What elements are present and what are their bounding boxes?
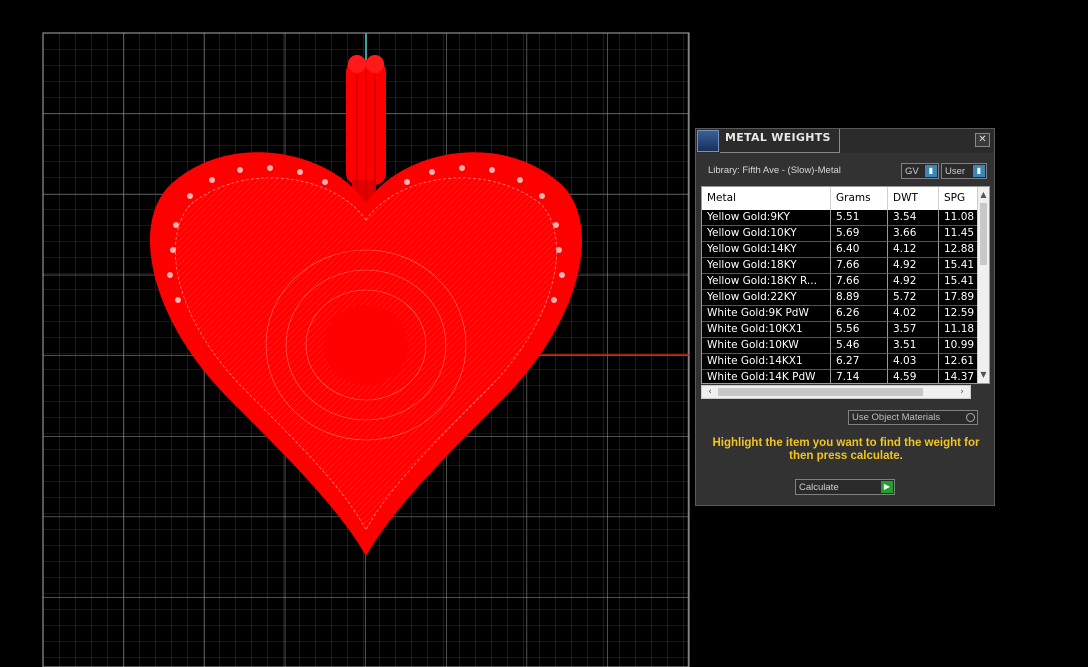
column-header-metal[interactable]: Metal xyxy=(702,187,831,210)
cell-dwt: 4.92 xyxy=(888,274,939,290)
cell-metal: Yellow Gold:10KY xyxy=(702,226,831,242)
cell-metal: White Gold:14K PdW xyxy=(702,370,831,383)
cell-metal: Yellow Gold:18KY xyxy=(702,258,831,274)
cell-metal: White Gold:9K PdW xyxy=(702,306,831,322)
cell-metal: White Gold:14KX1 xyxy=(702,354,831,370)
library-label: Library: Fifth Ave - (Slow)-Metal xyxy=(708,165,841,176)
table-row[interactable]: White Gold:10KX1 5.56 3.57 11.18 xyxy=(702,322,977,338)
cell-dwt: 3.57 xyxy=(888,322,939,338)
cell-metal: White Gold:10KX1 xyxy=(702,322,831,338)
cell-dwt: 5.72 xyxy=(888,290,939,306)
gv-dropdown-value: GV xyxy=(905,166,919,177)
cell-spg: 15.41 xyxy=(939,274,977,290)
table-row[interactable]: Yellow Gold:18KY 7.66 4.92 15.41 xyxy=(702,258,977,274)
cell-dwt: 4.03 xyxy=(888,354,939,370)
calculate-label: Calculate xyxy=(799,482,839,493)
dropdown-arrow-icon[interactable]: ▮ xyxy=(925,165,937,177)
cell-dwt: 4.12 xyxy=(888,242,939,258)
cell-grams: 7.14 xyxy=(831,370,888,383)
cell-spg: 11.45 xyxy=(939,226,977,242)
table-header: Metal Grams DWT SPG xyxy=(702,187,989,210)
cell-dwt: 4.02 xyxy=(888,306,939,322)
table-row[interactable]: Yellow Gold:10KY 5.69 3.66 11.45 xyxy=(702,226,977,242)
table-body: Yellow Gold:9KY 5.51 3.54 11.08 Yellow Gold:… xyxy=(702,210,977,383)
cell-metal: Yellow Gold:22KY xyxy=(702,290,831,306)
cell-spg: 14.37 xyxy=(939,370,977,383)
use-object-materials-label: Use Object Materials xyxy=(852,412,941,423)
instructions-text: Highlight the item you want to find the … xyxy=(712,437,980,462)
cell-grams: 5.46 xyxy=(831,338,888,354)
scroll-up-icon[interactable]: ▲ xyxy=(978,189,989,201)
column-header-spg[interactable]: SPG xyxy=(939,187,977,210)
viewport-canvas[interactable] xyxy=(0,0,690,667)
cell-spg: 12.61 xyxy=(939,354,977,370)
cell-metal: White Gold:10KW xyxy=(702,338,831,354)
table-row[interactable]: White Gold:9K PdW 6.26 4.02 12.59 xyxy=(702,306,977,322)
hscroll-thumb[interactable] xyxy=(718,388,923,396)
cell-spg: 10.99 xyxy=(939,338,977,354)
cell-spg: 15.41 xyxy=(939,258,977,274)
cell-dwt: 3.54 xyxy=(888,210,939,226)
cell-dwt: 4.59 xyxy=(888,370,939,383)
scroll-down-icon[interactable]: ▼ xyxy=(978,369,989,381)
app-logo-icon xyxy=(697,130,719,152)
panel-titlebar[interactable]: METAL WEIGHTS ✕ xyxy=(696,129,994,153)
cell-dwt: 4.92 xyxy=(888,258,939,274)
cell-grams: 7.66 xyxy=(831,274,888,290)
cell-spg: 17.89 xyxy=(939,290,977,306)
user-dropdown-value: User xyxy=(945,166,966,177)
cell-grams: 7.66 xyxy=(831,258,888,274)
table-row[interactable]: Yellow Gold:22KY 8.89 5.72 17.89 xyxy=(702,290,977,306)
cell-grams: 8.89 xyxy=(831,290,888,306)
cell-spg: 12.59 xyxy=(939,306,977,322)
horizontal-scrollbar[interactable]: ‹ › xyxy=(701,385,971,399)
use-object-materials-toggle[interactable]: Use Object Materials xyxy=(848,410,978,425)
cell-metal: Yellow Gold:18KY R... xyxy=(702,274,831,290)
table-row[interactable]: Yellow Gold:18KY R... 7.66 4.92 15.41 xyxy=(702,274,977,290)
metal-table: Metal Grams DWT SPG Yellow Gold:9KY 5.51 3… xyxy=(701,186,990,384)
table-row[interactable]: White Gold:10KW 5.46 3.51 10.99 xyxy=(702,338,977,354)
cell-grams: 6.27 xyxy=(831,354,888,370)
close-button[interactable]: ✕ xyxy=(975,133,990,147)
cell-metal: Yellow Gold:14KY xyxy=(702,242,831,258)
cell-dwt: 3.66 xyxy=(888,226,939,242)
table-row[interactable]: White Gold:14K PdW 7.14 4.59 14.37 xyxy=(702,370,977,383)
gv-dropdown[interactable]: GV ▮ xyxy=(901,163,939,179)
cell-spg: 12.88 xyxy=(939,242,977,258)
cell-grams: 5.56 xyxy=(831,322,888,338)
cell-metal: Yellow Gold:9KY xyxy=(702,210,831,226)
radio-icon[interactable] xyxy=(966,413,975,422)
scroll-left-icon[interactable]: ‹ xyxy=(704,386,716,398)
cell-spg: 11.18 xyxy=(939,322,977,338)
dropdown-arrow-icon[interactable]: ▮ xyxy=(973,165,985,177)
cell-grams: 5.51 xyxy=(831,210,888,226)
vertical-scrollbar[interactable]: ▲ ▼ xyxy=(977,187,989,383)
column-header-dwt[interactable]: DWT xyxy=(888,187,939,210)
column-header-grams[interactable]: Grams xyxy=(831,187,888,210)
metal-weights-panel: METAL WEIGHTS ✕ Library: Fifth Ave - (Sl… xyxy=(695,128,995,506)
table-row[interactable]: Yellow Gold:14KY 6.40 4.12 12.88 xyxy=(702,242,977,258)
scroll-right-icon[interactable]: › xyxy=(956,386,968,398)
viewport-3d[interactable] xyxy=(0,0,690,667)
close-icon: ✕ xyxy=(978,134,987,145)
cell-grams: 6.26 xyxy=(831,306,888,322)
cell-spg: 11.08 xyxy=(939,210,977,226)
cell-grams: 6.40 xyxy=(831,242,888,258)
scroll-thumb[interactable] xyxy=(980,203,987,265)
cell-grams: 5.69 xyxy=(831,226,888,242)
calculate-button[interactable]: Calculate ▶ xyxy=(795,479,895,495)
cell-dwt: 3.51 xyxy=(888,338,939,354)
panel-title: METAL WEIGHTS xyxy=(725,131,831,144)
user-dropdown[interactable]: User ▮ xyxy=(941,163,987,179)
play-icon[interactable]: ▶ xyxy=(881,481,893,493)
table-row[interactable]: Yellow Gold:9KY 5.51 3.54 11.08 xyxy=(702,210,977,226)
table-row[interactable]: White Gold:14KX1 6.27 4.03 12.61 xyxy=(702,354,977,370)
